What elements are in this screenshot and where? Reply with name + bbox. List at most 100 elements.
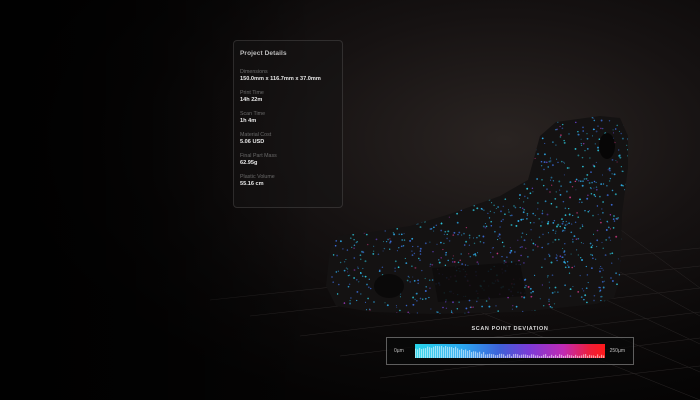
scan-point <box>623 245 625 247</box>
scan-viewport[interactable]: Project Details Dimensions 150.0mm x 116… <box>0 0 700 400</box>
scan-point <box>363 189 366 192</box>
scan-point <box>566 223 568 225</box>
scan-point <box>499 226 501 228</box>
scan-point <box>424 297 427 300</box>
histogram-bar <box>493 354 495 358</box>
scan-point <box>502 205 505 208</box>
scan-point <box>586 137 589 140</box>
scan-point <box>562 221 564 223</box>
scan-point <box>475 186 478 188</box>
scan-point <box>623 269 626 272</box>
scan-point <box>515 305 518 308</box>
scan-point <box>530 125 533 128</box>
scan-point <box>377 253 380 256</box>
scan-point <box>601 127 604 130</box>
scan-point <box>584 294 587 297</box>
scan-point <box>436 243 438 245</box>
scan-point <box>389 238 391 240</box>
scan-point <box>525 247 527 249</box>
scan-point <box>349 154 351 157</box>
scan-point <box>619 156 622 159</box>
scan-point <box>577 154 580 157</box>
scan-point <box>592 214 594 217</box>
scan-point <box>360 272 362 274</box>
scan-point <box>377 132 380 135</box>
scan-point <box>548 303 551 306</box>
scan-point <box>584 210 586 212</box>
scan-point <box>363 231 366 234</box>
scan-point <box>418 125 420 128</box>
scan-point <box>472 188 475 191</box>
scan-point <box>327 244 330 247</box>
scan-point <box>482 241 485 244</box>
scan-point <box>556 158 558 160</box>
scan-point <box>416 220 419 222</box>
scan-point <box>396 157 398 159</box>
scan-point <box>564 116 566 118</box>
scan-point <box>415 171 417 174</box>
scan-point <box>621 238 623 240</box>
scan-point <box>451 204 453 206</box>
scan-point <box>456 145 459 148</box>
scan-point <box>367 286 370 289</box>
scan-point <box>556 225 558 228</box>
scan-point <box>600 119 603 122</box>
scan-point <box>564 254 566 256</box>
scan-point <box>532 141 534 143</box>
scan-point <box>326 237 327 239</box>
scan-point <box>440 222 443 225</box>
scan-point <box>593 193 596 196</box>
scan-point <box>562 308 564 310</box>
scan-point <box>599 286 601 289</box>
scan-point <box>503 260 506 262</box>
histogram-bar <box>487 354 489 358</box>
scan-point <box>524 150 527 152</box>
scan-point <box>457 261 460 264</box>
scan-point <box>469 201 472 204</box>
scan-point <box>626 304 628 306</box>
scan-point <box>448 121 450 123</box>
scan-point <box>472 253 475 256</box>
scan-point <box>592 233 595 235</box>
scan-point <box>388 179 390 181</box>
scan-point <box>376 208 378 211</box>
histogram-bar <box>443 347 445 358</box>
scan-point <box>534 214 536 216</box>
scan-point <box>478 234 481 237</box>
scan-point <box>364 140 367 143</box>
scan-point <box>595 186 598 188</box>
scan-point <box>371 150 373 152</box>
histogram-bar <box>527 355 529 358</box>
scan-point <box>401 218 404 220</box>
scan-point <box>443 242 445 245</box>
scan-point <box>354 164 357 167</box>
scan-point <box>557 121 559 123</box>
scan-point <box>499 186 501 189</box>
scan-point <box>428 218 430 220</box>
scan-point <box>348 283 351 286</box>
scan-point <box>326 293 329 295</box>
scan-point <box>536 245 539 248</box>
scan-point <box>586 147 589 150</box>
scan-point <box>415 208 418 210</box>
scan-point <box>564 224 567 227</box>
scan-point <box>572 214 574 217</box>
scan-point <box>500 220 503 222</box>
detail-value: 150.0mm x 116.7mm x 37.0mm <box>240 76 321 82</box>
scan-point <box>439 313 441 314</box>
scan-point <box>497 235 500 238</box>
scan-point <box>559 194 562 196</box>
scan-point <box>355 225 358 228</box>
scan-point <box>387 160 389 163</box>
scan-point <box>362 191 364 194</box>
scan-point <box>377 205 379 208</box>
scan-point <box>476 261 479 264</box>
scan-point <box>415 292 418 295</box>
scan-point <box>613 220 616 222</box>
scan-point <box>360 208 362 211</box>
scan-point <box>510 177 512 180</box>
scan-point <box>459 189 461 191</box>
scan-point <box>431 279 434 281</box>
scan-point <box>609 302 611 304</box>
scan-point <box>402 244 405 247</box>
